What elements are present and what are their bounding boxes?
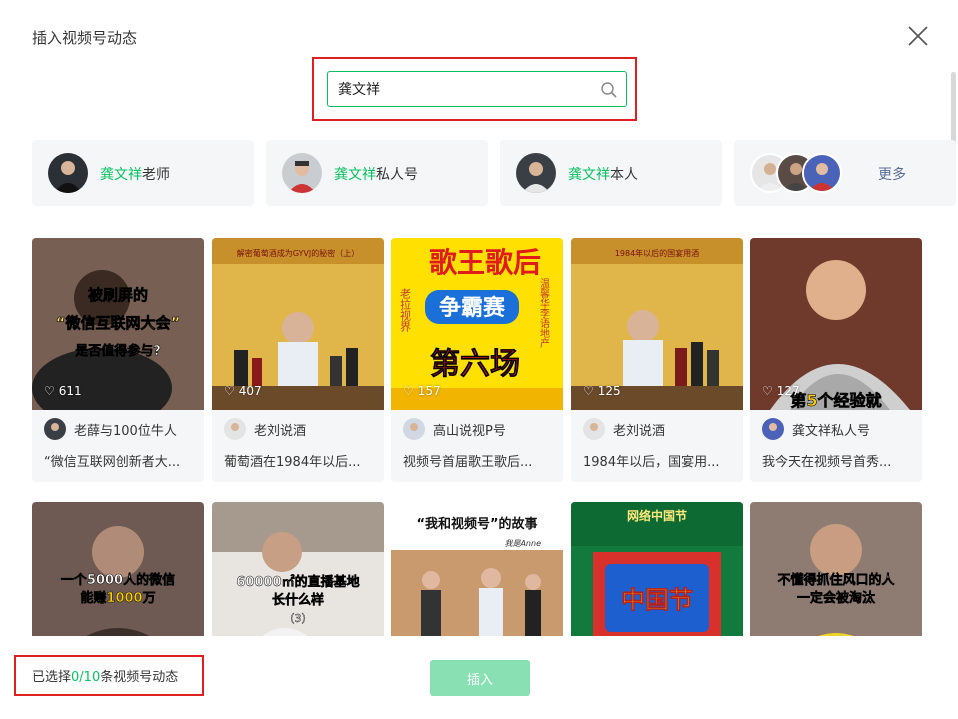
- video-card[interactable]: 被刷屏的 “微信互联网大会” 是否值得参与? ♡ 611 老薛与100位牛人 “微…: [32, 238, 204, 482]
- video-author: 龚文祥私人号: [762, 418, 870, 440]
- overlay-text: 不懂得抓住风口的人: [777, 572, 895, 588]
- overlay-text: 我是Anne: [504, 539, 541, 548]
- avatar: [48, 153, 88, 193]
- avatar: [762, 418, 784, 440]
- video-card[interactable]: “我和视频号”的故事 我是Anne: [391, 502, 563, 636]
- video-author: 老刘说酒: [583, 418, 665, 440]
- close-icon[interactable]: [906, 24, 930, 48]
- overlay-text: 歌王歌后: [429, 246, 541, 279]
- like-count: ♡ 157: [403, 384, 441, 398]
- heart-icon: ♡: [44, 384, 55, 398]
- avatar-stack: [750, 153, 870, 193]
- account-card[interactable]: 龚文祥本人: [500, 140, 722, 206]
- like-count: ♡ 407: [224, 384, 262, 398]
- overlay-text: 60000㎡的直播基地: [236, 574, 359, 590]
- video-thumbnail: “我和视频号”的故事 我是Anne: [391, 502, 563, 636]
- more-link[interactable]: 更多: [878, 164, 906, 184]
- video-author: 老刘说酒: [224, 418, 306, 440]
- account-name: 龚文祥私人号: [334, 167, 418, 183]
- video-thumbnail: 网络中国节 中国节: [571, 502, 743, 636]
- insert-video-dialog: 插入视频号动态 龚文祥老师 龚文祥私人号 龚文祥本人: [0, 0, 958, 719]
- video-description: “微信互联网创新者大...: [44, 455, 181, 470]
- video-description: 我今天在视频号首秀...: [762, 455, 892, 470]
- avatar: [224, 418, 246, 440]
- overlay-text: 长什么样: [272, 592, 324, 608]
- account-card[interactable]: 龚文祥私人号: [266, 140, 488, 206]
- video-card[interactable]: 网络中国节 中国节: [571, 502, 743, 636]
- overlay-text: 能赚1000万: [80, 590, 155, 606]
- overlay-text: 中国节: [621, 586, 693, 614]
- video-author: 高山说视P号: [403, 418, 506, 440]
- heart-icon: ♡: [403, 384, 414, 398]
- overlay-text: 一个5000人的微信: [61, 572, 175, 588]
- avatar: [282, 153, 322, 193]
- overlay-text: 第六场: [430, 347, 520, 382]
- like-count: ♡ 125: [583, 384, 621, 398]
- heart-icon: ♡: [762, 384, 773, 398]
- avatar: [403, 418, 425, 440]
- search-field[interactable]: [327, 71, 627, 107]
- overlay-text: 一定会被淘汰: [797, 590, 876, 606]
- overlay-text: 温馨华李语地产: [538, 278, 550, 349]
- video-card[interactable]: 1984年以后的国宴用酒 ♡ 125 老刘说酒 1984年以后，国宴用...: [571, 238, 743, 482]
- video-card[interactable]: 不懂得抓住风口的人 一定会被淘汰: [750, 502, 922, 636]
- video-description: 1984年以后，国宴用...: [583, 455, 720, 470]
- video-card[interactable]: 一个5000人的微信 能赚1000万: [32, 502, 204, 636]
- overlay-text: 网络中国节: [627, 508, 687, 523]
- avatar: [44, 418, 66, 440]
- search-input[interactable]: [338, 79, 588, 99]
- heart-icon: ♡: [224, 384, 235, 398]
- video-card[interactable]: 歌王歌后 争霸赛 第六场 老拉视界 温馨华李语地产 ♡ 157 高山说视P号 视频…: [391, 238, 563, 482]
- account-card[interactable]: 龚文祥老师: [32, 140, 254, 206]
- account-results: 龚文祥老师 龚文祥私人号 龚文祥本人 更多: [32, 140, 956, 206]
- video-thumbnail: 一个5000人的微信 能赚1000万: [32, 502, 204, 636]
- avatar: [516, 153, 556, 193]
- like-count: ♡ 127: [762, 384, 800, 398]
- insert-button[interactable]: 插入: [430, 660, 530, 696]
- overlay-text: 1984年以后的国宴用酒: [615, 248, 699, 258]
- video-author: 老薛与100位牛人: [44, 418, 177, 440]
- dialog-title: 插入视频号动态: [32, 29, 138, 47]
- video-grid: 被刷屏的 “微信互联网大会” 是否值得参与? ♡ 611 老薛与100位牛人 “微…: [32, 238, 922, 636]
- like-count: ♡ 611: [44, 384, 82, 398]
- overlay-text: “我和视频号”的故事: [416, 516, 537, 532]
- more-accounts[interactable]: 更多: [734, 140, 956, 206]
- video-card[interactable]: 60000㎡的直播基地 长什么样 （3）: [212, 502, 384, 636]
- overlay-text: “微信互联网大会”: [56, 314, 181, 332]
- selection-count: 已选择0/10条视频号动态: [32, 670, 179, 685]
- overlay-text: 解密葡萄酒成为GYVJ的秘密（上）: [237, 248, 360, 258]
- search-icon[interactable]: [600, 81, 618, 99]
- overlay-text: 被刷屏的: [88, 286, 148, 304]
- heart-icon: ♡: [583, 384, 594, 398]
- video-thumbnail: 不懂得抓住风口的人 一定会被淘汰: [750, 502, 922, 636]
- avatar: [583, 418, 605, 440]
- overlay-text: （3）: [284, 612, 313, 625]
- video-description: 视频号首届歌王歌后...: [403, 455, 533, 470]
- video-description: 葡萄酒在1984年以后...: [224, 455, 361, 470]
- video-card[interactable]: 解密葡萄酒成为GYVJ的秘密（上） ♡ 407 老刘说酒 葡萄酒在1984年以后.…: [212, 238, 384, 482]
- overlay-text: 第5个经验就: [790, 391, 881, 410]
- video-thumbnail: 60000㎡的直播基地 长什么样 （3）: [212, 502, 384, 636]
- avatar: [802, 153, 842, 193]
- overlay-text: 争霸赛: [439, 295, 506, 321]
- overlay-text: 老拉视界: [399, 288, 412, 333]
- overlay-text: 是否值得参与?: [74, 343, 161, 359]
- video-card[interactable]: 第5个经验就 ♡ 127 龚文祥私人号 我今天在视频号首秀...: [750, 238, 922, 482]
- account-name: 龚文祥老师: [100, 167, 170, 183]
- account-name: 龚文祥本人: [568, 167, 638, 183]
